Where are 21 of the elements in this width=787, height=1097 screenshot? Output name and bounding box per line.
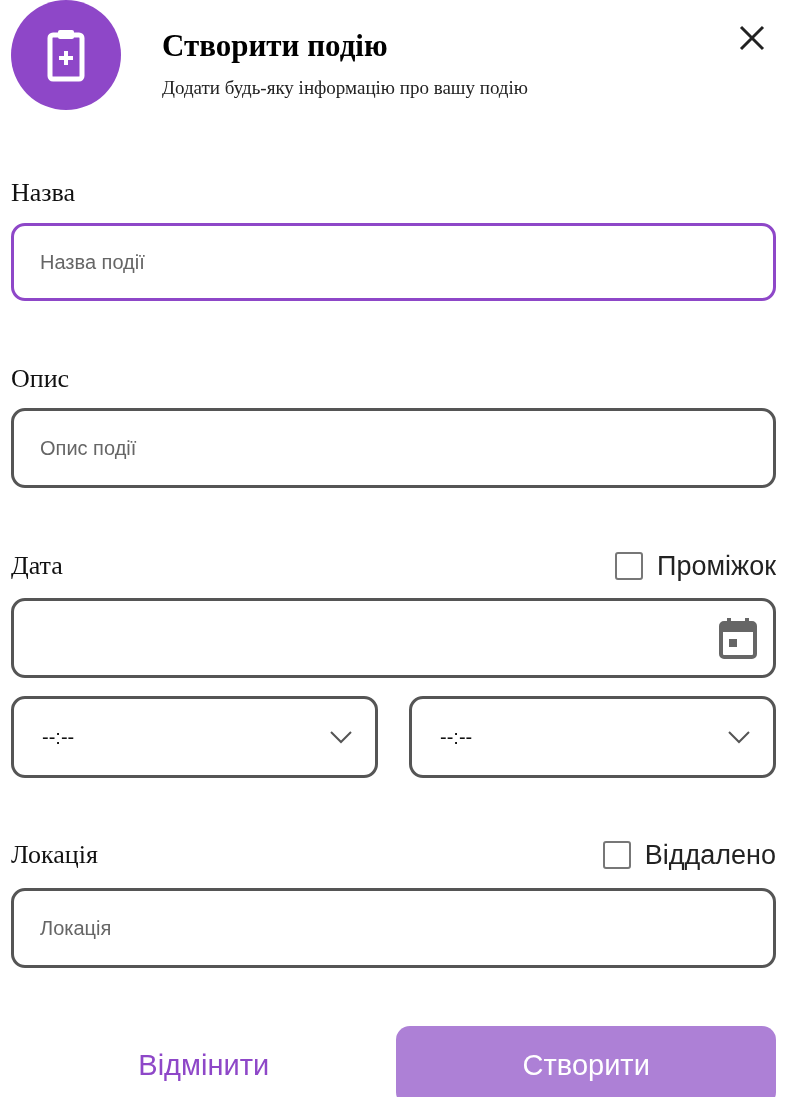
- checkbox-label[interactable]: Проміжок: [657, 551, 776, 581]
- close-icon[interactable]: [738, 24, 766, 52]
- chevron-down-icon: [329, 730, 353, 744]
- dialog-title: Створити подію: [162, 28, 389, 64]
- chevron-down-icon: [727, 730, 751, 744]
- field-label: Опис: [11, 364, 70, 394]
- field-label: Назва: [11, 178, 76, 208]
- checkbox[interactable]: [602, 841, 631, 869]
- time-select[interactable]: --:--: [11, 696, 378, 778]
- text-input-field[interactable]: Локація: [11, 888, 776, 968]
- dialog-subtitle: Додати будь-яку інформацію про вашу подію: [162, 76, 529, 100]
- field-label: Дата: [11, 551, 63, 581]
- text-input-field[interactable]: Назва події: [11, 223, 776, 301]
- time-select[interactable]: --:--: [409, 696, 776, 778]
- checkbox-label[interactable]: Віддалено: [644, 840, 776, 870]
- cancel-button[interactable]: Відмінити: [11, 1026, 397, 1097]
- calendar-icon[interactable]: [719, 617, 757, 659]
- checkbox[interactable]: [615, 552, 644, 580]
- text-input-field[interactable]: Опис події: [11, 408, 776, 488]
- date-input-field[interactable]: [11, 598, 776, 678]
- field-label: Локація: [11, 840, 98, 870]
